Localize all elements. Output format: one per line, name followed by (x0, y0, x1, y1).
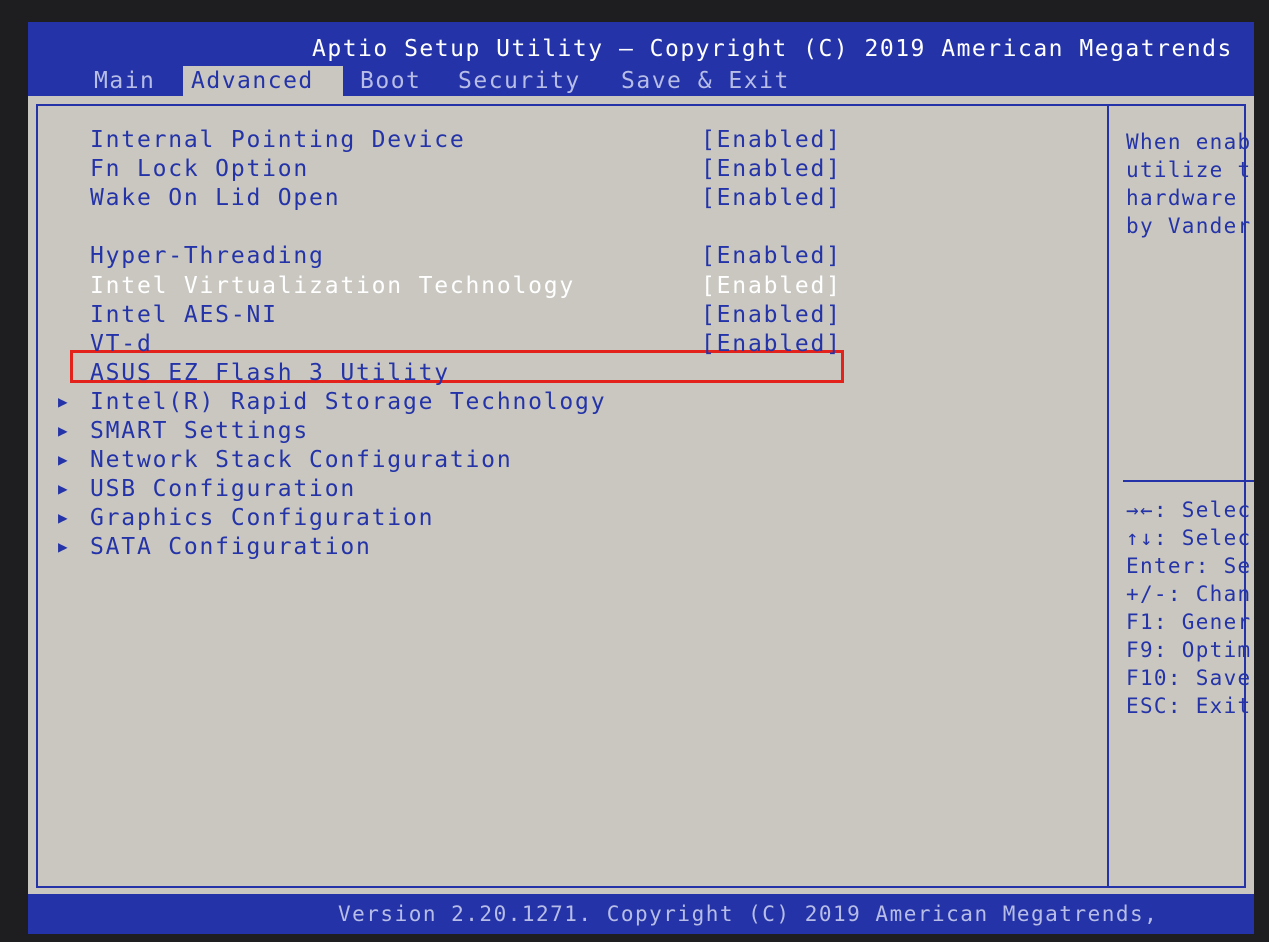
submenu-label: SATA Configuration (90, 534, 372, 560)
setting-value[interactable]: [Enabled] (701, 184, 842, 212)
setting-label: ASUS EZ Flash 3 Utility (90, 360, 450, 386)
footer-bar: Version 2.20.1271. Copyright (C) 2019 Am… (28, 894, 1254, 934)
triangle-right-icon: ▶ (58, 508, 70, 527)
help-divider (1123, 480, 1254, 482)
setting-label: Internal Pointing Device (90, 127, 466, 153)
help-text-line: When enab (1126, 130, 1252, 154)
help-text-line: hardware (1126, 186, 1238, 210)
setting-value[interactable]: [Enabled] (701, 242, 842, 270)
triangle-right-icon: ▶ (58, 421, 70, 440)
header-bar: Aptio Setup Utility – Copyright (C) 2019… (28, 22, 1254, 96)
key-help-line: F1: Gener (1126, 610, 1252, 634)
app-title: Aptio Setup Utility – Copyright (C) 2019… (312, 36, 1233, 62)
submenu-label: Network Stack Configuration (90, 447, 513, 473)
tab-boot[interactable]: Boot (352, 66, 429, 96)
setting-label: Intel AES-NI (90, 302, 278, 328)
setting-value[interactable]: [Enabled] (701, 126, 842, 154)
key-help-line: →←: Selec (1126, 498, 1252, 522)
key-help-line: +/-: Chan (1126, 582, 1252, 606)
submenu-label: SMART Settings (90, 418, 310, 444)
key-help-line: ESC: Exit (1126, 694, 1252, 718)
triangle-right-icon: ▶ (58, 479, 70, 498)
bios-screen: Aptio Setup Utility – Copyright (C) 2019… (28, 22, 1254, 934)
help-text-line: by Vander (1126, 214, 1252, 238)
tab-advanced[interactable]: Advanced (183, 66, 343, 96)
submenu-label: Graphics Configuration (90, 505, 435, 531)
triangle-right-icon: ▶ (58, 392, 70, 411)
submenu-label: USB Configuration (90, 476, 357, 502)
setting-label: Intel Virtualization Technology (90, 273, 576, 299)
tab-save-exit[interactable]: Save & Exit (613, 66, 798, 96)
version-text: Version 2.20.1271. Copyright (C) 2019 Am… (338, 902, 1159, 926)
tab-security[interactable]: Security (450, 66, 589, 96)
setting-label: Hyper-Threading (90, 243, 325, 269)
setting-label: Fn Lock Option (90, 156, 310, 182)
help-text-line: utilize t (1126, 158, 1252, 182)
setting-label: Wake On Lid Open (90, 185, 341, 211)
setting-value[interactable]: [Enabled] (701, 301, 842, 329)
triangle-right-icon: ▶ (58, 537, 70, 556)
submenu-label: Intel(R) Rapid Storage Technology (90, 389, 607, 415)
main-frame: Internal Pointing Device [Enabled] Fn Lo… (36, 104, 1254, 888)
setting-value[interactable]: [Enabled] (701, 155, 842, 183)
setting-value[interactable]: [Enabled] (701, 330, 842, 358)
key-help-line: Enter: Se (1126, 554, 1252, 578)
triangle-right-icon: ▶ (58, 450, 70, 469)
key-help-line: F9: Optim (1126, 638, 1252, 662)
tab-main[interactable]: Main (86, 66, 163, 96)
key-help-line: ↑↓: Selec (1126, 526, 1252, 550)
key-help-line: F10: Save (1126, 666, 1252, 690)
panel-divider (1107, 106, 1109, 886)
setting-value[interactable]: [Enabled] (701, 272, 842, 300)
setting-label: VT-d (90, 331, 153, 357)
